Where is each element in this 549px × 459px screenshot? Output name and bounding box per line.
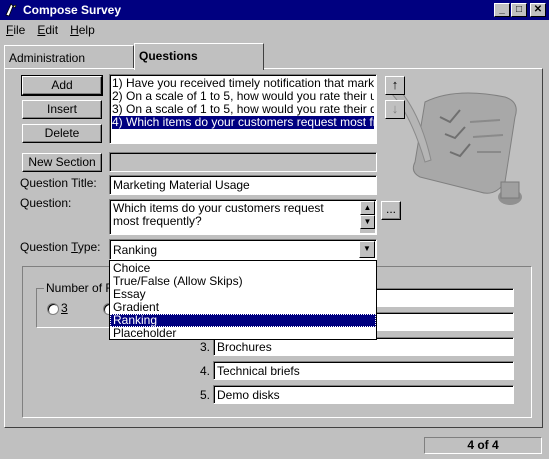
move-up-button[interactable]: ↑	[385, 76, 405, 95]
question-label: Question:	[20, 196, 72, 210]
dropdown-option[interactable]: True/False (Allow Skips)	[110, 275, 376, 288]
new-section-button[interactable]: New Section	[22, 153, 102, 172]
response-number: 3.	[199, 340, 210, 354]
question-list-item[interactable]: 1) Have you received timely notification…	[112, 77, 374, 90]
edit-question-button[interactable]: ...	[381, 201, 401, 220]
question-type-label: Question Type:	[20, 240, 101, 254]
dropdown-option[interactable]: Placeholder	[110, 327, 376, 340]
menu-edit[interactable]: Edit	[31, 23, 64, 37]
tab-administration[interactable]: Administration	[4, 45, 134, 69]
question-text: Which items do your customers request mo…	[113, 201, 324, 228]
question-type-value: Ranking	[113, 243, 158, 257]
section-name-field	[109, 152, 377, 172]
question-list-item-selected[interactable]: 4) Which items do your customers request…	[112, 116, 374, 129]
insert-button[interactable]: Insert	[22, 100, 102, 119]
question-text-input[interactable]: Which items do your customers request mo…	[109, 199, 377, 235]
menu-help[interactable]: Help	[64, 23, 101, 37]
survey-app-icon	[5, 3, 17, 17]
quill-scroll-illustration	[389, 86, 522, 205]
scroll-down-icon[interactable]: ▼	[360, 215, 375, 229]
response-number: 5.	[199, 388, 210, 402]
question-type-dropdown-list[interactable]: Choice True/False (Allow Skips) Essay Gr…	[109, 260, 377, 340]
response-number: 4.	[199, 364, 210, 378]
question-type-select[interactable]: Ranking ▼	[109, 239, 377, 260]
question-list-item[interactable]: 2) On a scale of 1 to 5, how would you r…	[112, 90, 374, 103]
scroll-up-icon[interactable]: ▲	[360, 201, 375, 215]
response-field-5[interactable]: Demo disks	[213, 385, 514, 404]
responses-radio-3-label: 3	[61, 301, 68, 315]
move-down-button[interactable]: ↓	[385, 100, 405, 119]
close-button[interactable]: ✕	[530, 3, 546, 17]
menu-file[interactable]: File	[0, 23, 31, 37]
delete-button[interactable]: Delete	[22, 124, 102, 143]
add-button[interactable]: Add	[21, 75, 103, 96]
question-list-item[interactable]: 3) On a scale of 1 to 5, how would you r…	[112, 103, 374, 116]
question-list[interactable]: 1) Have you received timely notification…	[109, 74, 377, 144]
chevron-down-icon[interactable]: ▼	[359, 241, 375, 258]
question-scrollbar[interactable]: ▲ ▼	[360, 201, 375, 233]
tab-questions[interactable]: Questions	[134, 43, 264, 70]
minimize-button[interactable]: _	[494, 3, 510, 17]
response-field-4[interactable]: Technical briefs	[213, 361, 514, 380]
responses-radio-3[interactable]	[47, 303, 59, 315]
page-indicator: 4 of 4	[424, 437, 542, 454]
question-title-input[interactable]: Marketing Material Usage	[109, 175, 377, 195]
compose-survey-window: Compose Survey _ □ ✕ File Edit Help Admi…	[0, 0, 549, 459]
maximize-button[interactable]: □	[511, 3, 527, 17]
question-title-label: Question Title:	[20, 176, 97, 190]
title-bar[interactable]: Compose Survey _ □ ✕	[0, 0, 549, 20]
window-title: Compose Survey	[23, 3, 122, 17]
menu-bar: File Edit Help	[0, 20, 549, 39]
